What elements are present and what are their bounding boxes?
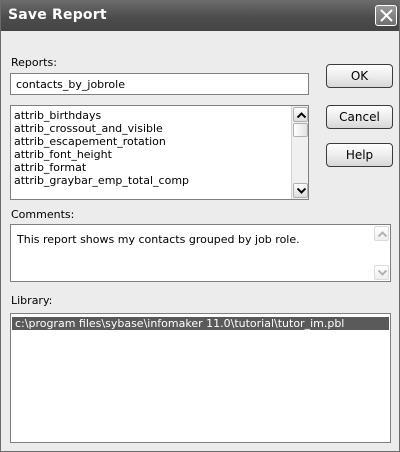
- comments-scroll-up-button[interactable]: [374, 226, 389, 241]
- list-item[interactable]: attrib_birthdays: [11, 109, 308, 122]
- comments-text: This report shows my contacts grouped by…: [17, 233, 300, 246]
- comments-scroll-down-button[interactable]: [374, 265, 389, 280]
- scroll-up-button[interactable]: [293, 107, 308, 122]
- reports-scrollbar[interactable]: [291, 106, 308, 199]
- list-item[interactable]: attrib_graybar_emp_total_comp: [11, 174, 308, 187]
- library-item[interactable]: c:\program files\sybase\infomaker 11.0\t…: [12, 317, 389, 330]
- title-bar[interactable]: Save Report: [1, 1, 399, 31]
- report-name-input[interactable]: [10, 73, 309, 95]
- reports-label: Reports:: [11, 56, 57, 69]
- ok-button[interactable]: OK: [326, 64, 393, 88]
- comments-label: Comments:: [11, 208, 75, 221]
- list-item[interactable]: attrib_crossout_and_visible: [11, 122, 308, 135]
- dialog-title: Save Report: [8, 7, 107, 23]
- save-report-dialog: Save Report Reports: attrib_birthdaysatt…: [0, 0, 400, 452]
- help-button[interactable]: Help: [326, 143, 393, 167]
- list-item[interactable]: attrib_escapement_rotation: [11, 135, 308, 148]
- library-list[interactable]: c:\program files\sybase\infomaker 11.0\t…: [10, 313, 391, 443]
- reports-list[interactable]: attrib_birthdays attrib_crossout_and_visi…: [10, 105, 309, 200]
- library-label: Library:: [11, 294, 53, 307]
- chevron-down-icon: [297, 188, 306, 194]
- scroll-down-button[interactable]: [293, 183, 308, 198]
- comments-textarea[interactable]: This report shows my contacts grouped by…: [10, 224, 391, 282]
- chevron-up-icon: [378, 231, 387, 237]
- comments-scrollbar[interactable]: [373, 225, 390, 281]
- scroll-thumb[interactable]: [293, 123, 308, 137]
- close-x-icon: [380, 9, 393, 22]
- chevron-up-icon: [297, 112, 306, 118]
- chevron-down-icon: [378, 270, 387, 276]
- list-item[interactable]: attrib_font_height: [11, 148, 308, 161]
- list-item[interactable]: attrib_format: [11, 161, 308, 174]
- close-button[interactable]: [375, 5, 397, 26]
- cancel-button[interactable]: Cancel: [326, 105, 393, 129]
